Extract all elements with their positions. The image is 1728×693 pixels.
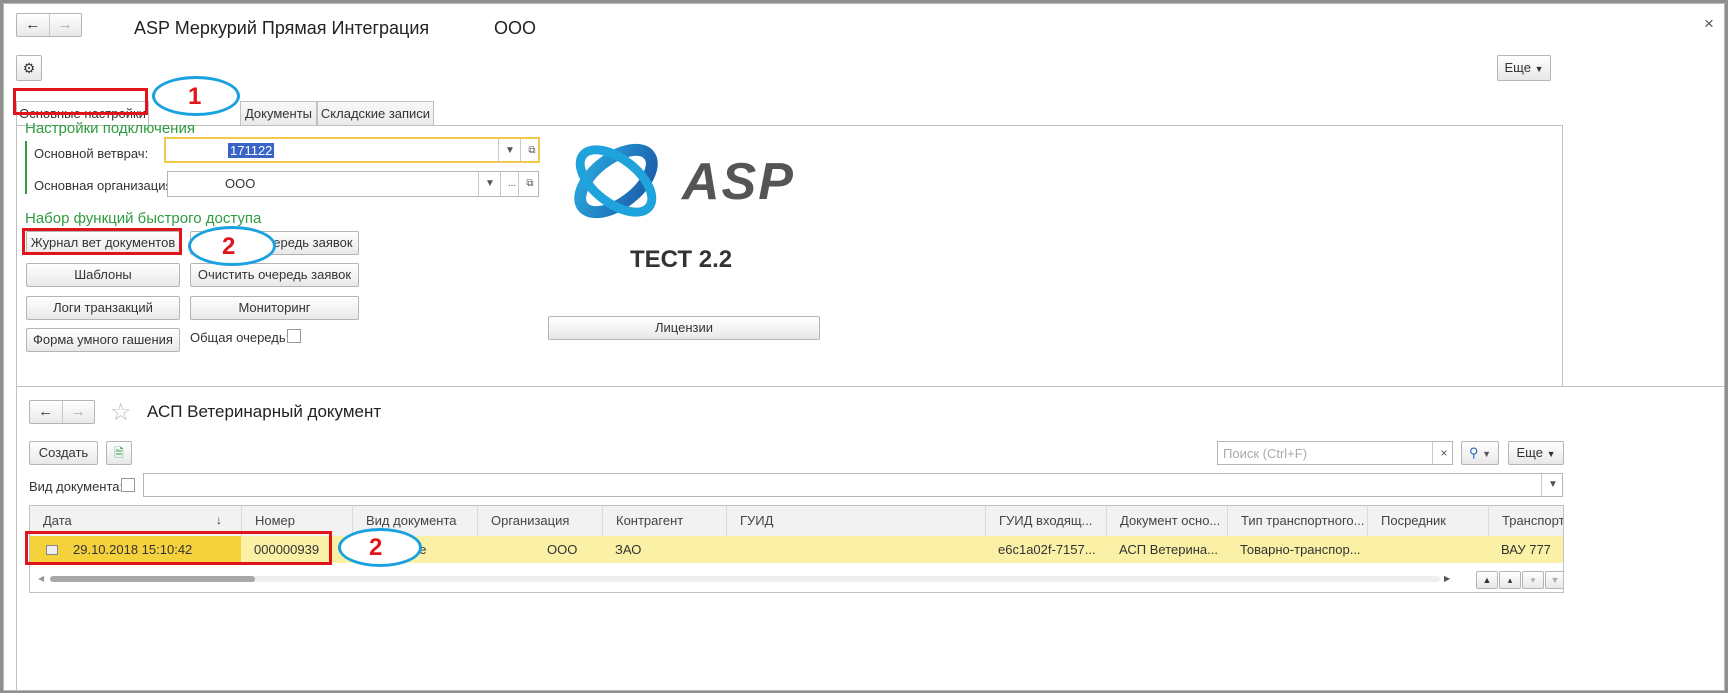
row-transport: ВАУ 777 [1501, 542, 1551, 557]
search-input[interactable]: Поиск (Ctrl+F) × [1217, 441, 1453, 465]
subform-title: АСП Ветеринарный документ [147, 402, 382, 421]
annotation-box-tab [13, 88, 148, 115]
section-bar [25, 141, 27, 194]
clear-queue-button[interactable]: Очистить очередь заявок [190, 263, 359, 287]
next-row-icon[interactable]: ▾ [1522, 571, 1544, 589]
main-window: ← → ASP Меркурий Прямая Интеграция ООО ×… [3, 3, 1725, 691]
open-icon[interactable]: ⧉ [518, 172, 541, 196]
monitoring-button[interactable]: Мониторинг [190, 296, 359, 320]
forward-arrow-icon[interactable]: → [48, 14, 82, 36]
more-label: Еще [1504, 60, 1531, 75]
search-button[interactable]: ⚲ ▼ [1461, 441, 1499, 465]
row-guid [726, 536, 985, 563]
annotation-box-journal [22, 228, 182, 255]
scroll-left-icon[interactable]: ◀ [38, 574, 44, 583]
close-icon[interactable]: × [1704, 14, 1714, 34]
asp-logo-icon [574, 143, 658, 219]
annotation-number-1: 1 [188, 83, 202, 110]
row-transport-type: Товарно-транспор... [1240, 542, 1361, 557]
col-transport[interactable]: Транспорт [1488, 506, 1563, 536]
history-nav[interactable]: ← → [16, 13, 82, 37]
chevron-down-icon: ▼ [1482, 449, 1492, 459]
col-base-doc[interactable]: Документ осно... [1106, 506, 1227, 536]
gear-icon[interactable]: ⚙ [16, 55, 42, 81]
row-counterparty: ЗАО [615, 542, 642, 557]
row-organization: ООО [547, 542, 578, 557]
row-base-doc: АСП Ветерина... [1119, 542, 1218, 557]
sort-arrow-icon: ↓ [216, 513, 222, 527]
test-version: ТЕСТ 2.2 [630, 246, 733, 273]
dropdown-icon[interactable]: ▼ [498, 139, 521, 163]
back-arrow-icon[interactable]: ← [17, 14, 49, 36]
col-transport-type[interactable]: Тип транспортного... [1227, 506, 1367, 536]
col-guid-in[interactable]: ГУИД входящ... [985, 506, 1106, 536]
create-button[interactable]: Создать [29, 441, 98, 465]
vet-value: 171122 [228, 143, 275, 158]
prev-row-icon[interactable]: ▴ [1499, 571, 1521, 589]
subform-more-button[interactable]: Еще ▼ [1508, 441, 1564, 465]
scroll-right-icon[interactable]: ▶ [1444, 574, 1450, 583]
more-button[interactable]: Еще ▼ [1497, 55, 1551, 81]
tab-documents[interactable]: Документы [240, 101, 317, 126]
smart-redemption-button[interactable]: Форма умного гашения [26, 328, 180, 352]
col-guid[interactable]: ГУИД [726, 506, 985, 536]
copy-doc-icon[interactable]: 🗎 [106, 441, 132, 465]
open-icon[interactable]: ⧉ [520, 139, 543, 163]
col-counterparty[interactable]: Контрагент [602, 506, 726, 536]
annotation-number-3: 2 [369, 534, 383, 561]
org-field[interactable]: ООО ▼ ... ⧉ [167, 171, 539, 197]
doc-type-checkbox[interactable] [121, 478, 135, 492]
last-row-icon[interactable]: ▼ [1545, 571, 1563, 589]
general-queue-checkbox[interactable] [287, 329, 301, 343]
subform-history-nav[interactable]: ← → [29, 400, 95, 424]
dropdown-icon[interactable]: ▼ [1541, 474, 1564, 496]
vet-field[interactable]: 171122 ▼ ⧉ [164, 137, 540, 163]
transaction-logs-button[interactable]: Логи транзакций [26, 296, 180, 320]
first-row-icon[interactable]: ▲ [1476, 571, 1498, 589]
search-icon: ⚲ [1468, 445, 1479, 460]
back-arrow-icon[interactable]: ← [30, 401, 62, 423]
doc-type-label: Вид документа: [29, 479, 124, 494]
search-placeholder: Поиск (Ctrl+F) [1223, 446, 1308, 461]
vet-label: Основной ветврач: [34, 146, 149, 161]
org-label: Основная организация: [34, 178, 177, 193]
asp-brand: ASP [682, 153, 795, 211]
col-organization[interactable]: Организация [477, 506, 602, 536]
star-icon[interactable]: ☆ [110, 398, 132, 427]
annotation-box-row [25, 531, 332, 565]
more-label: Еще [1516, 445, 1543, 460]
org-value: ООО [225, 176, 256, 191]
window-title: ASP Меркурий Прямая Интеграция [134, 18, 430, 38]
chevron-down-icon: ▼ [1546, 449, 1556, 459]
dropdown-icon[interactable]: ▼ [478, 172, 501, 196]
clear-icon[interactable]: × [1432, 442, 1455, 464]
general-queue-label: Общая очередь: [190, 330, 290, 345]
licenses-button[interactable]: Лицензии [548, 316, 820, 340]
scrollbar-thumb[interactable] [50, 576, 255, 582]
forward-arrow-icon[interactable]: → [61, 401, 95, 423]
row-guid-in: e6c1a02f-7157... [998, 542, 1096, 557]
tab-warehouse[interactable]: Складские записи [317, 101, 434, 126]
connection-section-title: Настройки подключения [25, 120, 195, 137]
doc-type-field[interactable]: ▼ [143, 473, 1563, 497]
scrollbar-track[interactable] [50, 576, 1440, 582]
row-intermediary [1367, 536, 1488, 563]
quick-section-title: Набор функций быстрого доступа [25, 210, 262, 227]
col-intermediary[interactable]: Посредник [1367, 506, 1488, 536]
window-org: ООО [494, 18, 537, 38]
chevron-down-icon: ▼ [1534, 64, 1544, 74]
templates-button[interactable]: Шаблоны [26, 263, 180, 287]
annotation-number-2: 2 [222, 233, 236, 260]
